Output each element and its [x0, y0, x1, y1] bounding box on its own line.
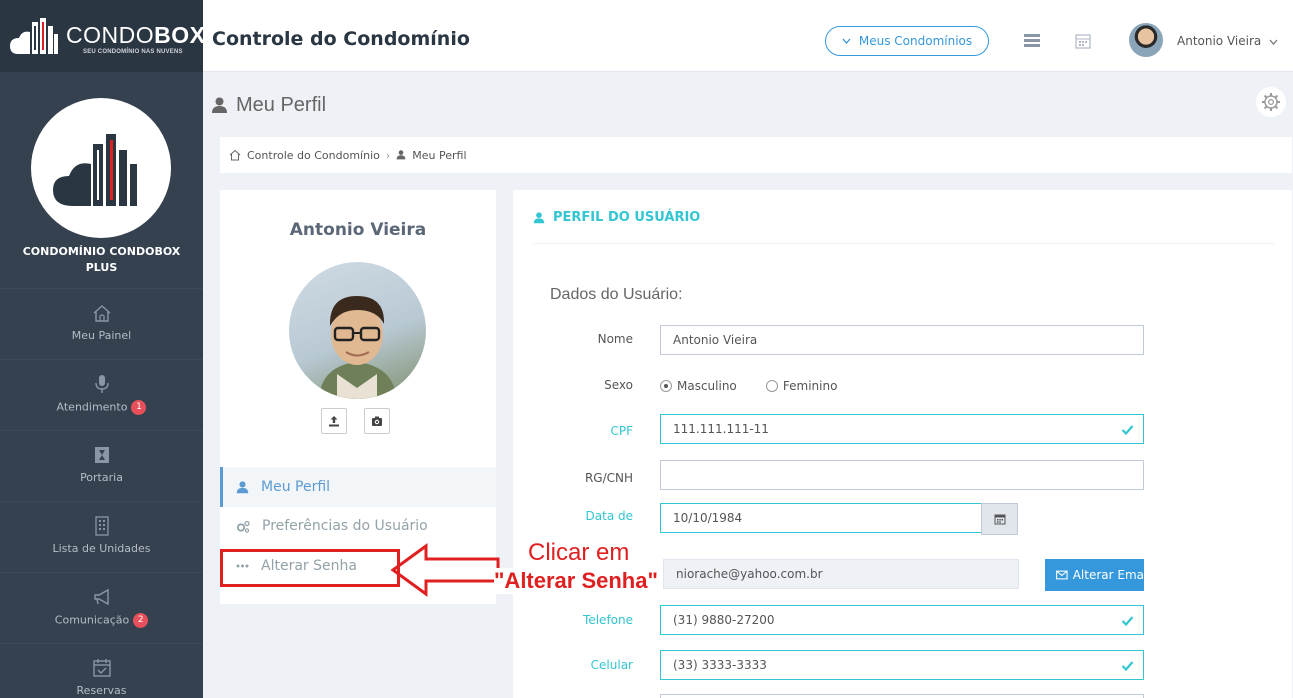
chevron-down-icon — [842, 38, 851, 44]
sidebar-item-label: Meu Painel — [71, 329, 132, 342]
settings-button[interactable] — [1256, 87, 1286, 117]
profile-name: Antonio Vieira — [289, 220, 427, 240]
sidebar-item-portaria[interactable]: Portaria — [0, 430, 203, 501]
sidebar-item-label: Reservas — [76, 684, 127, 697]
user-icon — [236, 480, 249, 493]
user-menu[interactable]: Antonio Vieira — [1177, 34, 1278, 48]
nome-input[interactable]: Antonio Vieira — [660, 325, 1144, 355]
profile-menu-label: Preferências do Usuário — [262, 518, 428, 534]
date-picker-button[interactable] — [981, 503, 1018, 535]
nascimento-input[interactable]: 10/10/1984 — [660, 503, 982, 533]
user-avatar[interactable] — [1129, 23, 1163, 57]
next-input[interactable] — [660, 694, 1144, 698]
check-icon — [1121, 661, 1134, 672]
user-icon — [533, 211, 545, 223]
notification-badge: 1 — [131, 400, 147, 415]
notification-badge: 2 — [133, 613, 149, 628]
top-bar: CONDOBOX SEU CONDOMÍNIO NAS NUVENS Contr… — [0, 0, 1293, 72]
celular-label: Celular — [590, 658, 633, 672]
envelope-icon — [1056, 570, 1068, 580]
telefone-input[interactable]: (31) 9880-27200 — [660, 605, 1144, 635]
cpf-label: CPF — [610, 424, 633, 438]
annotation-text: Clicar em — [528, 539, 630, 567]
check-icon — [1121, 616, 1134, 627]
radio-masculino[interactable]: Masculino — [660, 379, 737, 393]
sidebar-item-meu-painel[interactable]: Meu Painel — [0, 288, 203, 359]
radio-feminino[interactable]: Feminino — [765, 379, 837, 393]
nascimento-label: Data de — [585, 509, 633, 523]
rg-label: RG/CNH — [584, 471, 633, 485]
annotation-arrow — [390, 543, 500, 597]
form-subtitle: Dados do Usuário: — [550, 286, 683, 303]
chevron-down-icon — [1269, 39, 1278, 45]
section-title: PERFIL DO USUÁRIO — [533, 210, 700, 225]
divider — [533, 243, 1274, 244]
breadcrumb-separator: › — [385, 148, 391, 162]
camera-icon — [372, 416, 382, 426]
building-cloud-icon — [53, 134, 137, 206]
megaphone-icon — [93, 588, 109, 606]
breadcrumb-link[interactable]: Controle do Condomínio — [247, 149, 380, 162]
my-condos-button[interactable]: Meus Condomínios — [825, 26, 989, 56]
profile-menu-meu-perfil[interactable]: Meu Perfil — [220, 467, 496, 507]
nome-label: Nome — [597, 332, 633, 346]
profile-menu-preferencias[interactable]: Preferências do Usuário — [220, 506, 496, 546]
microphone-icon — [94, 375, 109, 393]
logo-tagline: SEU CONDOMÍNIO NAS NUVENS — [83, 49, 183, 55]
change-email-button[interactable]: Alterar Ema — [1045, 559, 1144, 591]
sidebar-item-reservas[interactable]: Reservas — [0, 643, 203, 698]
list-icon[interactable] — [1024, 33, 1040, 49]
calendar-check-icon — [92, 659, 111, 677]
profile-menu-label: Meu Perfil — [261, 479, 331, 495]
email-input: niorache@yahoo.com.br — [663, 559, 1019, 589]
doorman-icon — [94, 447, 109, 463]
sexo-label: Sexo — [604, 378, 633, 392]
calendar-icon — [994, 514, 1005, 525]
profile-photo — [289, 262, 426, 399]
telefone-label: Telefone — [583, 613, 633, 627]
breadcrumb-current: Meu Perfil — [412, 148, 467, 162]
condo-logo — [31, 98, 171, 238]
sidebar-item-lista-de-unidades[interactable]: Lista de Unidades — [0, 501, 203, 572]
profile-card: Antonio Vieira Meu Perfil Preferências d… — [220, 190, 496, 604]
calendar-icon[interactable] — [1075, 33, 1091, 49]
building-icon — [94, 516, 109, 536]
sidebar-item-label: Atendimento — [56, 400, 128, 414]
sidebar-item-label: Lista de Unidades — [52, 542, 151, 555]
home-icon — [93, 305, 110, 322]
cogs-icon — [236, 520, 250, 533]
page-title: Meu Perfil — [236, 94, 327, 116]
camera-button[interactable] — [364, 408, 390, 434]
annotation-text-bold: "Alterar Senha" — [494, 568, 658, 594]
profile-photo-image — [319, 296, 397, 399]
my-condos-label: Meus Condomínios — [858, 34, 973, 48]
user-icon — [212, 97, 227, 113]
rg-input[interactable] — [660, 460, 1144, 490]
home-icon — [229, 149, 241, 161]
sidebar-item-label: Comunicação — [54, 613, 130, 627]
user-profile-form-card: PERFIL DO USUÁRIO Dados do Usuário: Nome… — [513, 190, 1292, 698]
sidebar-item-comunicacao[interactable]: Comunicação 2 — [0, 572, 203, 643]
logo[interactable]: CONDOBOX SEU CONDOMÍNIO NAS NUVENS — [0, 0, 206, 72]
celular-input[interactable]: (33) 3333-3333 — [660, 650, 1144, 680]
condo-name: CONDOMÍNIO CONDOBOX PLUS — [22, 245, 181, 274]
upload-icon — [329, 416, 339, 427]
sidebar: CONDOMÍNIO CONDOBOX PLUS Meu Painel Aten… — [0, 72, 203, 698]
condobox-logo-icon — [10, 18, 58, 54]
annotation-highlight-box — [220, 549, 400, 587]
sidebar-item-atendimento[interactable]: Atendimento 1 — [0, 359, 203, 430]
breadcrumb: Controle do Condomínio › Meu Perfil — [220, 137, 1292, 173]
sidebar-item-label: Portaria — [80, 471, 123, 484]
cpf-input[interactable]: 111.111.111-11 — [660, 414, 1144, 444]
upload-photo-button[interactable] — [321, 408, 347, 434]
logo-text: CONDOBOX — [66, 22, 206, 48]
check-icon — [1121, 425, 1134, 436]
sexo-radio-group: Masculino Feminino — [660, 377, 861, 396]
gear-icon — [1262, 93, 1280, 111]
app-title: Controle do Condomínio — [212, 28, 470, 50]
user-icon — [396, 150, 406, 160]
